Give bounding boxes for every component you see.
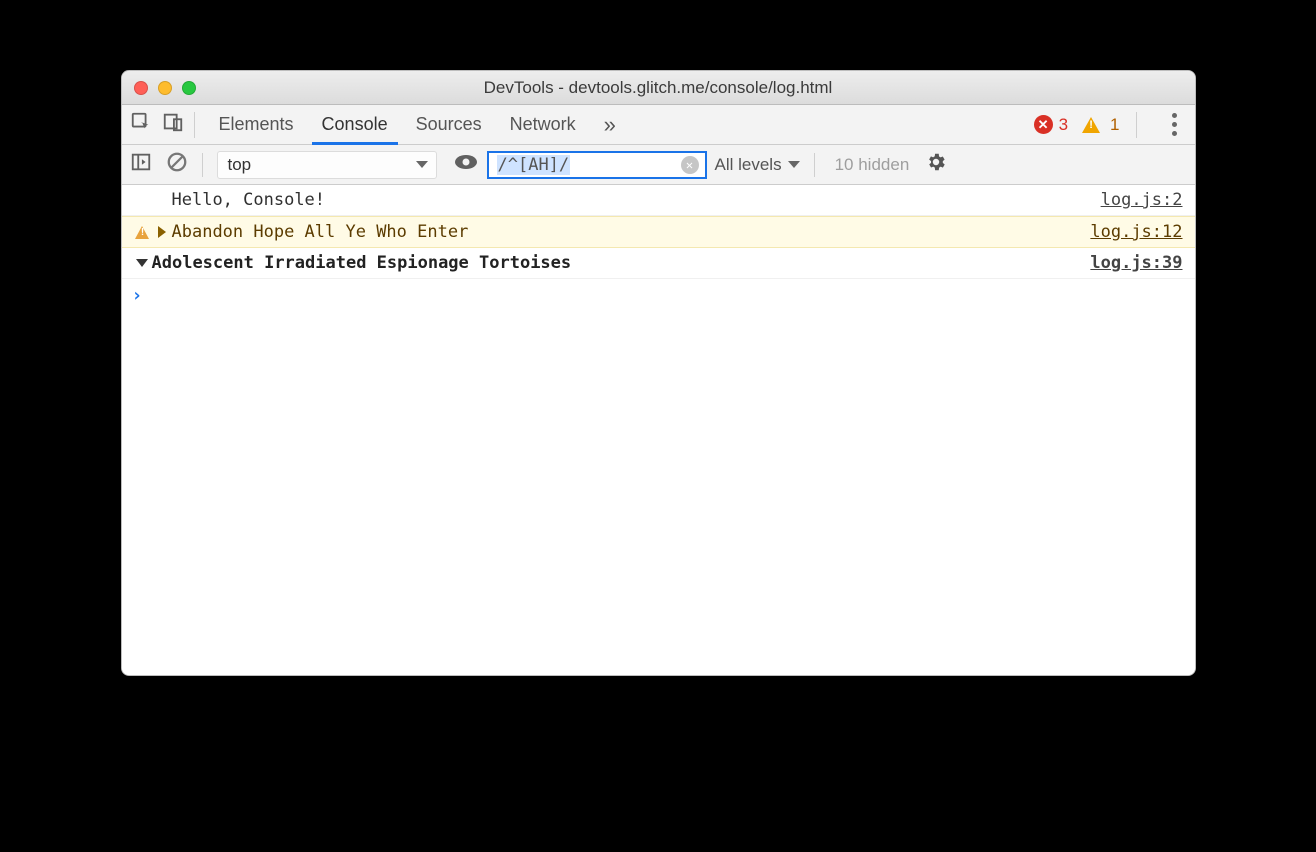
prompt-chevron-icon: › [132, 285, 143, 306]
source-link[interactable]: log.js:2 [1101, 190, 1183, 210]
warning-badge-icon [132, 226, 152, 239]
tabs-overflow-button[interactable]: » [590, 105, 630, 144]
context-label: top [228, 155, 252, 175]
message-text: Hello, Console! [172, 190, 326, 210]
tab-network[interactable]: Network [496, 105, 590, 144]
source-link[interactable]: log.js:39 [1090, 253, 1182, 273]
message-text: Adolescent Irradiated Espionage Tortoise… [152, 253, 572, 273]
dropdown-icon [416, 161, 428, 168]
clear-filter-icon[interactable]: ✕ [681, 156, 699, 174]
titlebar: DevTools - devtools.glitch.me/console/lo… [122, 71, 1195, 105]
error-count[interactable]: 3 [1059, 115, 1068, 135]
device-toolbar-icon[interactable] [162, 111, 184, 138]
tab-elements[interactable]: Elements [205, 105, 308, 144]
console-sidebar-toggle-icon[interactable] [130, 151, 152, 178]
console-message-group[interactable]: Adolescent Irradiated Espionage Tortoise… [122, 248, 1195, 279]
message-text: Abandon Hope All Ye Who Enter [172, 222, 469, 242]
inspect-element-icon[interactable] [130, 111, 152, 138]
log-levels-select[interactable]: All levels [715, 155, 800, 175]
execution-context-select[interactable]: top [217, 151, 437, 179]
window-title: DevTools - devtools.glitch.me/console/lo… [122, 78, 1195, 98]
zoom-window-button[interactable] [182, 81, 196, 95]
tab-sources[interactable]: Sources [402, 105, 496, 144]
filter-input[interactable]: /^[AH]/ ✕ [487, 151, 707, 179]
console-settings-icon[interactable] [925, 151, 947, 178]
collapse-icon[interactable] [136, 259, 148, 267]
console-toolbar: top /^[AH]/ ✕ All levels 10 hidden [122, 145, 1195, 185]
minimize-window-button[interactable] [158, 81, 172, 95]
filter-text: /^[AH]/ [497, 155, 571, 175]
console-message-warning[interactable]: Abandon Hope All Ye Who Enter log.js:12 [122, 216, 1195, 248]
warning-count[interactable]: 1 [1110, 115, 1119, 135]
hidden-messages-count[interactable]: 10 hidden [835, 155, 910, 175]
console-output: Hello, Console! log.js:2 Abandon Hope Al… [122, 185, 1195, 675]
close-window-button[interactable] [134, 81, 148, 95]
console-prompt[interactable]: › [122, 279, 1195, 312]
expand-icon[interactable] [158, 226, 166, 238]
more-menu-button[interactable] [1163, 113, 1187, 136]
clear-console-icon[interactable] [166, 151, 188, 178]
error-icon[interactable]: ✕ [1034, 115, 1053, 134]
source-link[interactable]: log.js:12 [1090, 222, 1182, 242]
console-message-log[interactable]: Hello, Console! log.js:2 [122, 185, 1195, 216]
live-expression-icon[interactable] [453, 151, 479, 178]
window-controls [134, 81, 196, 95]
tab-console[interactable]: Console [308, 105, 402, 144]
main-tabbar: Elements Console Sources Network » ✕ 3 1 [122, 105, 1195, 145]
devtools-window: DevTools - devtools.glitch.me/console/lo… [121, 70, 1196, 676]
dropdown-icon [788, 161, 800, 168]
warning-icon[interactable] [1082, 117, 1100, 133]
